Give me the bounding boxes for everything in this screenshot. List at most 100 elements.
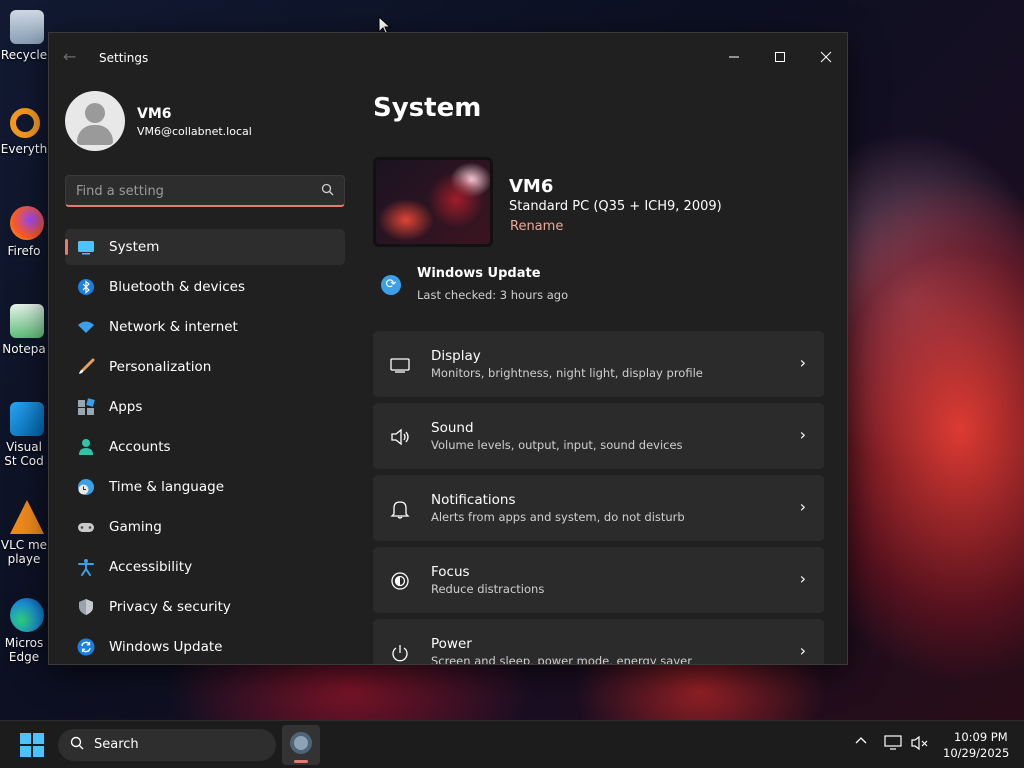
windows-update-title[interactable]: Windows Update [417,266,541,281]
monitor-icon [390,358,410,373]
sidebar-item-accessibility[interactable]: Accessibility [65,549,345,585]
sidebar-item-accounts[interactable]: Accounts [65,429,345,465]
title-bar[interactable]: ← Settings [49,33,847,81]
desktop-icon-vlc[interactable]: VLC me playe [0,500,48,566]
bluetooth-icon [78,279,94,295]
sidebar-item-label: Accounts [109,439,171,455]
settings-card-power[interactable]: Power Screen and sleep, power mode, ener… [373,619,824,664]
desktop-icon-vscode[interactable]: Visual St Cod [0,402,48,468]
maximize-icon [775,52,785,62]
windows-logo-icon [20,733,31,744]
accessibility-icon [78,559,94,576]
back-arrow-icon[interactable]: ← [63,47,76,66]
bell-icon [390,501,410,519]
edge-icon [10,598,44,632]
search-input[interactable] [76,182,306,200]
chevron-right-icon: › [799,497,806,516]
minimize-button[interactable] [711,41,757,73]
volume-muted-icon[interactable] [911,735,929,755]
active-app-indicator [294,760,308,763]
update-icon [77,638,95,656]
close-button[interactable] [803,41,847,73]
desktop-icon-recycle-bin[interactable]: Recycle [0,10,48,62]
firefox-icon [10,206,44,240]
desktop-icon-label: Visual St Cod [4,440,44,468]
search-icon[interactable] [321,183,334,200]
maximize-button[interactable] [757,41,803,73]
desktop-icon-label: Recycle [0,48,48,62]
desktop-icon-label: Notepa [2,342,46,356]
system-icon [78,241,94,255]
taskbar-search-label: Search [94,737,139,752]
minimize-icon [729,56,739,58]
apps-icon [78,398,95,415]
sidebar-item-label: Windows Update [109,639,223,655]
sidebar-item-personalization[interactable]: Personalization [65,349,345,385]
start-button[interactable] [20,733,44,757]
notepad-icon [10,304,44,338]
profile-name: VM6 [137,106,172,122]
desktop-icon-label: Micros Edge [4,636,44,664]
network-tray-icon[interactable] [884,735,902,755]
sidebar-item-label: Apps [109,399,143,415]
sidebar-item-label: Personalization [109,359,212,375]
sidebar-item-label: System [109,239,160,255]
search-icon [70,736,84,754]
page-title: System [373,93,482,123]
settings-card-focus[interactable]: Focus Reduce distractions › [373,547,824,613]
taskbar-app-settings[interactable] [282,725,320,765]
chevron-right-icon: › [799,641,806,660]
card-subtitle: Monitors, brightness, night light, displ… [431,366,703,380]
settings-window: ← Settings VM6 VM6@collabnet.local Syste… [48,32,848,665]
desktop-icon-label: VLC me playe [0,538,48,566]
settings-card-notifications[interactable]: Notifications Alerts from apps and syste… [373,475,824,541]
clock-time[interactable]: 10:09 PM [954,730,1008,744]
windows-update-status-icon[interactable]: ⟳ [381,275,401,295]
sidebar-item-label: Time & language [109,479,225,495]
clock-globe-icon [78,479,94,495]
sidebar-item-label: Gaming [109,519,162,535]
settings-gear-icon [290,732,312,754]
desktop-icon-everything[interactable]: Everyth [0,108,48,156]
recycle-bin-icon [10,10,44,44]
find-setting-search-box[interactable] [65,175,345,207]
avatar-body [77,125,113,145]
chevron-up-icon[interactable] [855,735,867,751]
chevron-right-icon: › [799,353,806,372]
sidebar-item-gaming[interactable]: Gaming [65,509,345,545]
taskbar-search[interactable]: Search [58,729,276,761]
sidebar-item-apps[interactable]: Apps [65,389,345,425]
desktop-icon-label: Firefo [7,244,41,258]
brush-icon [79,358,95,374]
settings-card-display[interactable]: Display Monitors, brightness, night ligh… [373,331,824,397]
accounts-icon [79,439,93,455]
gamepad-icon [78,523,94,532]
avatar[interactable] [65,91,125,151]
card-subtitle: Volume levels, output, input, sound devi… [431,438,683,452]
sidebar-item-windows-update[interactable]: Windows Update [65,629,345,664]
vscode-icon [10,402,44,436]
vlc-cone-icon [10,500,44,534]
shield-icon [79,599,93,615]
device-model: Standard PC (Q35 + ICH9, 2009) [509,199,722,214]
desktop-icon-edge[interactable]: Micros Edge [0,598,48,664]
sidebar-item-label: Privacy & security [109,599,231,615]
sidebar-item-network[interactable]: Network & internet [65,309,345,345]
taskbar: Search 10:09 PM 10/29/2025 [0,720,1024,768]
card-subtitle: Reduce distractions [431,582,545,596]
desktop-icon-notepad[interactable]: Notepa [0,304,48,356]
sidebar-item-time-language[interactable]: Time & language [65,469,345,505]
rename-link[interactable]: Rename [510,219,563,234]
device-name: VM6 [509,176,554,197]
power-icon [392,645,408,662]
card-title: Notifications [431,492,516,508]
sidebar-item-privacy-security[interactable]: Privacy & security [65,589,345,625]
settings-card-sound[interactable]: Sound Volume levels, output, input, soun… [373,403,824,469]
sidebar-item-system[interactable]: System [65,229,345,265]
focus-icon [391,572,409,590]
speaker-icon [391,428,409,446]
clock-date[interactable]: 10/29/2025 [943,746,1009,760]
card-title: Display [431,348,481,364]
desktop-icon-firefox[interactable]: Firefo [0,206,48,258]
sidebar-item-bluetooth[interactable]: Bluetooth & devices [65,269,345,305]
